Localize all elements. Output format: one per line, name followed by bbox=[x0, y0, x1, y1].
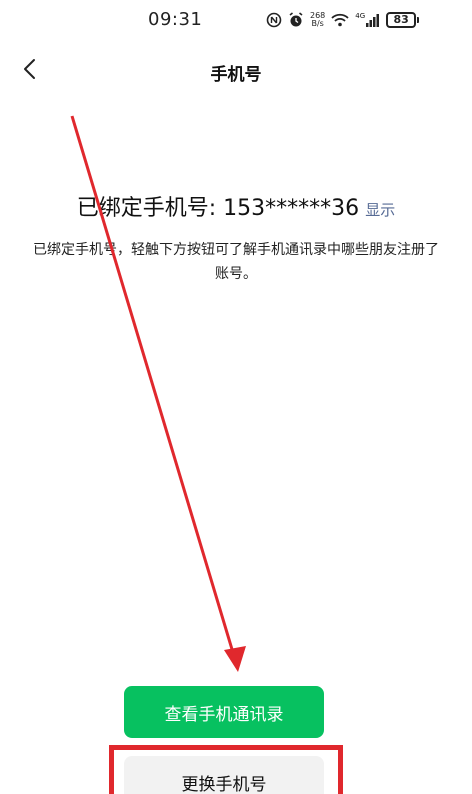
page-title: 手机号 bbox=[210, 65, 262, 85]
nav-header: 手机号 bbox=[0, 48, 472, 92]
annotation-arrow bbox=[70, 115, 246, 672]
change-number-button[interactable]: 更换手机号 bbox=[124, 756, 324, 794]
network-type: 4G bbox=[355, 12, 366, 20]
net-speed-unit: B/s bbox=[311, 19, 324, 28]
bound-phone-label: 已绑定手机号: 153******36 bbox=[76, 196, 360, 221]
phone-screen: 09:31 268 B/s 4G 83 手机号 已绑定手机号: 153*****… bbox=[0, 0, 472, 794]
signal-icon: 4G bbox=[355, 13, 380, 27]
net-speed: 268 B/s bbox=[310, 12, 325, 28]
status-bar: 09:31 268 B/s 4G 83 bbox=[0, 0, 472, 40]
show-number-link[interactable]: 显示 bbox=[365, 201, 395, 219]
nfc-icon bbox=[266, 12, 282, 28]
bound-phone-row: 已绑定手机号: 153******36 显示 bbox=[0, 190, 472, 222]
wifi-icon bbox=[331, 13, 349, 27]
view-contacts-button[interactable]: 查看手机通讯录 bbox=[124, 686, 324, 738]
battery-icon: 83 bbox=[386, 12, 420, 28]
alarm-icon bbox=[288, 12, 304, 28]
status-icons: 268 B/s 4G 83 bbox=[266, 10, 420, 30]
description-text: 已绑定手机号，轻触下方按钮可了解手机通讯录中哪些朋友注册了账号。 bbox=[33, 242, 439, 282]
status-time: 09:31 bbox=[148, 9, 203, 30]
